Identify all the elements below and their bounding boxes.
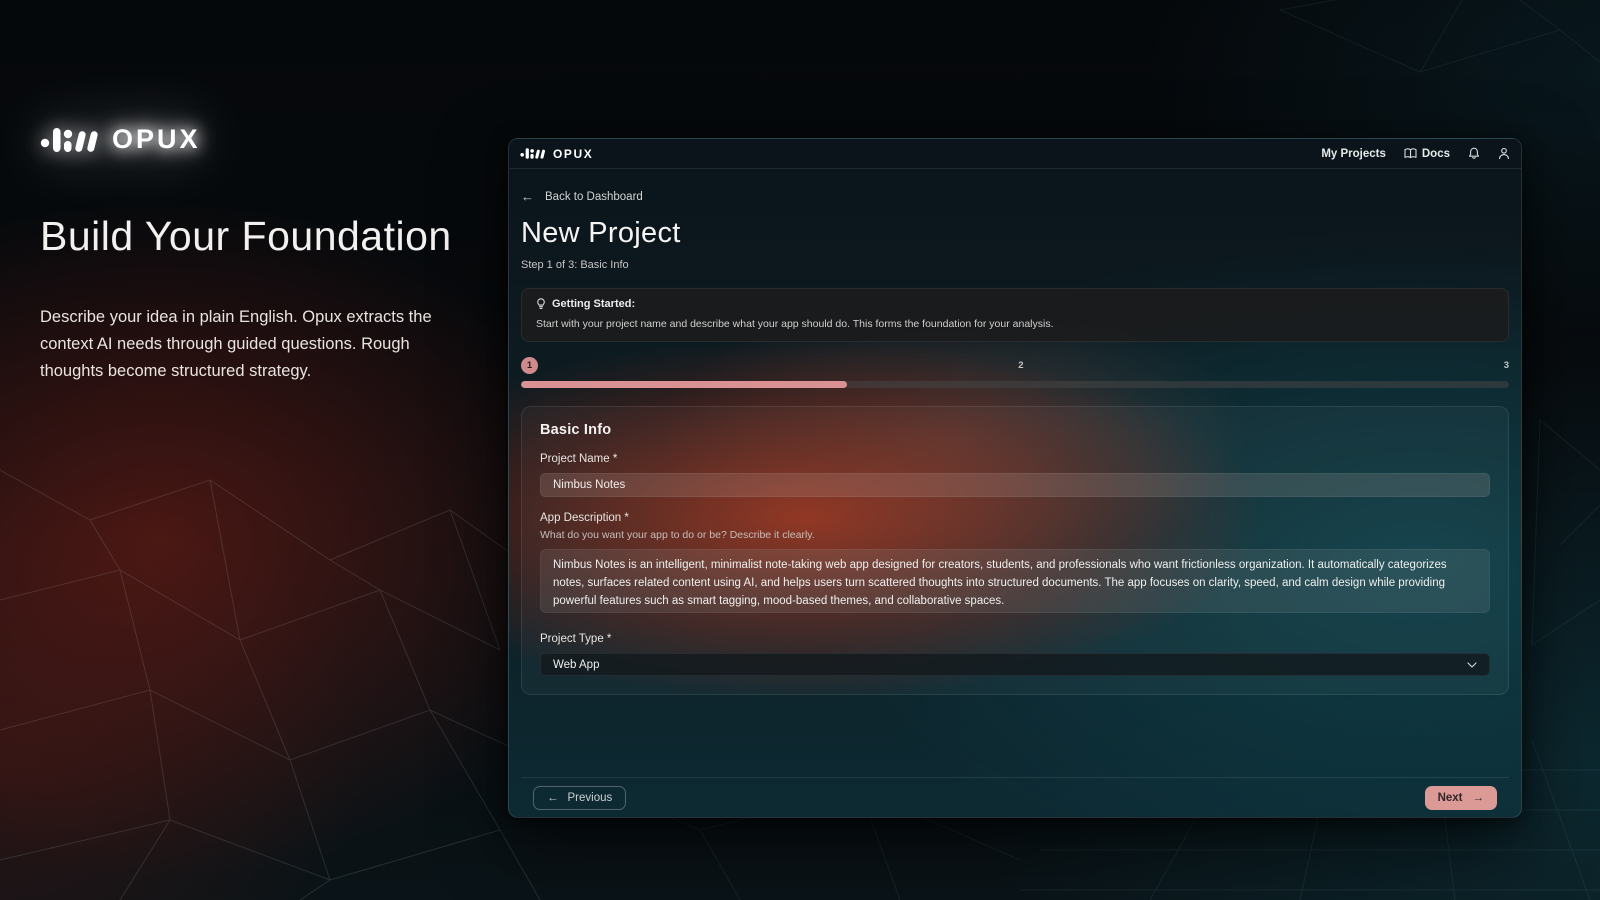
step-3-indicator[interactable]: 3: [1504, 360, 1509, 371]
page-title: New Project: [521, 217, 1509, 250]
arrow-left-icon: ←: [521, 189, 534, 204]
app-topbar: OPUX My Projects Docs: [509, 139, 1521, 169]
back-link-label: Back to Dashboard: [545, 191, 643, 203]
screen: OPUX Build Your Foundation Describe your…: [0, 0, 1600, 900]
opux-logo-icon: [40, 125, 100, 155]
previous-label: Previous: [568, 792, 613, 804]
lightbulb-icon: [536, 298, 546, 310]
account-button[interactable]: [1498, 147, 1510, 160]
user-icon: [1498, 147, 1510, 160]
card-title: Basic Info: [540, 422, 1490, 438]
next-button[interactable]: Next →: [1425, 786, 1497, 810]
bell-icon: [1468, 147, 1480, 160]
opux-logo-text: OPUX: [112, 124, 201, 155]
nav-docs[interactable]: Docs: [1404, 147, 1450, 160]
step-1-indicator[interactable]: 1: [521, 357, 538, 374]
hero-panel: OPUX Build Your Foundation Describe your…: [40, 124, 490, 385]
stepper: 1 2 3: [521, 357, 1509, 374]
wizard-content: ← Back to Dashboard New Project Step 1 o…: [509, 169, 1521, 817]
project-name-label: Project Name *: [540, 453, 1490, 465]
notifications-button[interactable]: [1468, 147, 1480, 160]
project-name-input[interactable]: [540, 473, 1490, 497]
app-description-textarea[interactable]: Nimbus Notes is an intelligent, minimali…: [540, 549, 1490, 613]
app-window: OPUX My Projects Docs: [508, 138, 1522, 818]
opux-logo: OPUX: [40, 124, 490, 155]
callout-body: Start with your project name and describ…: [536, 318, 1494, 330]
project-type-label: Project Type *: [540, 633, 1490, 645]
arrow-left-icon: ←: [547, 792, 559, 804]
nav-my-projects[interactable]: My Projects: [1321, 148, 1386, 160]
wizard-footer: ← Previous Next →: [521, 777, 1509, 817]
hero-headline: Build Your Foundation: [40, 213, 490, 260]
step-2-indicator[interactable]: 2: [1018, 360, 1023, 371]
getting-started-callout: Getting Started: Start with your project…: [521, 288, 1509, 342]
project-type-value: Web App: [553, 659, 599, 671]
back-to-dashboard-link[interactable]: ← Back to Dashboard: [521, 189, 643, 204]
callout-title: Getting Started:: [552, 298, 635, 310]
topbar-brand-text: OPUX: [553, 147, 593, 161]
progress-track: [521, 381, 1509, 388]
app-description-label: App Description *: [540, 512, 1490, 524]
progress-fill: [521, 381, 847, 388]
callout-title-row: Getting Started:: [536, 298, 1494, 310]
next-label: Next: [1438, 792, 1463, 804]
topbar-brand[interactable]: OPUX: [520, 147, 593, 161]
arrow-right-icon: →: [1473, 792, 1485, 804]
previous-button[interactable]: ← Previous: [533, 786, 626, 810]
basic-info-card: Basic Info Project Name * App Descriptio…: [521, 406, 1509, 695]
project-type-select[interactable]: Web App: [540, 653, 1490, 676]
opux-logo-icon: [520, 147, 546, 160]
nav-docs-label: Docs: [1422, 148, 1450, 160]
step-label: Step 1 of 3: Basic Info: [521, 259, 1509, 271]
topbar-actions: My Projects Docs: [1321, 147, 1510, 160]
hero-description: Describe your idea in plain English. Opu…: [40, 304, 464, 385]
book-icon: [1404, 147, 1417, 160]
app-description-helper: What do you want your app to do or be? D…: [540, 529, 1490, 541]
chevron-down-icon: [1467, 662, 1477, 668]
